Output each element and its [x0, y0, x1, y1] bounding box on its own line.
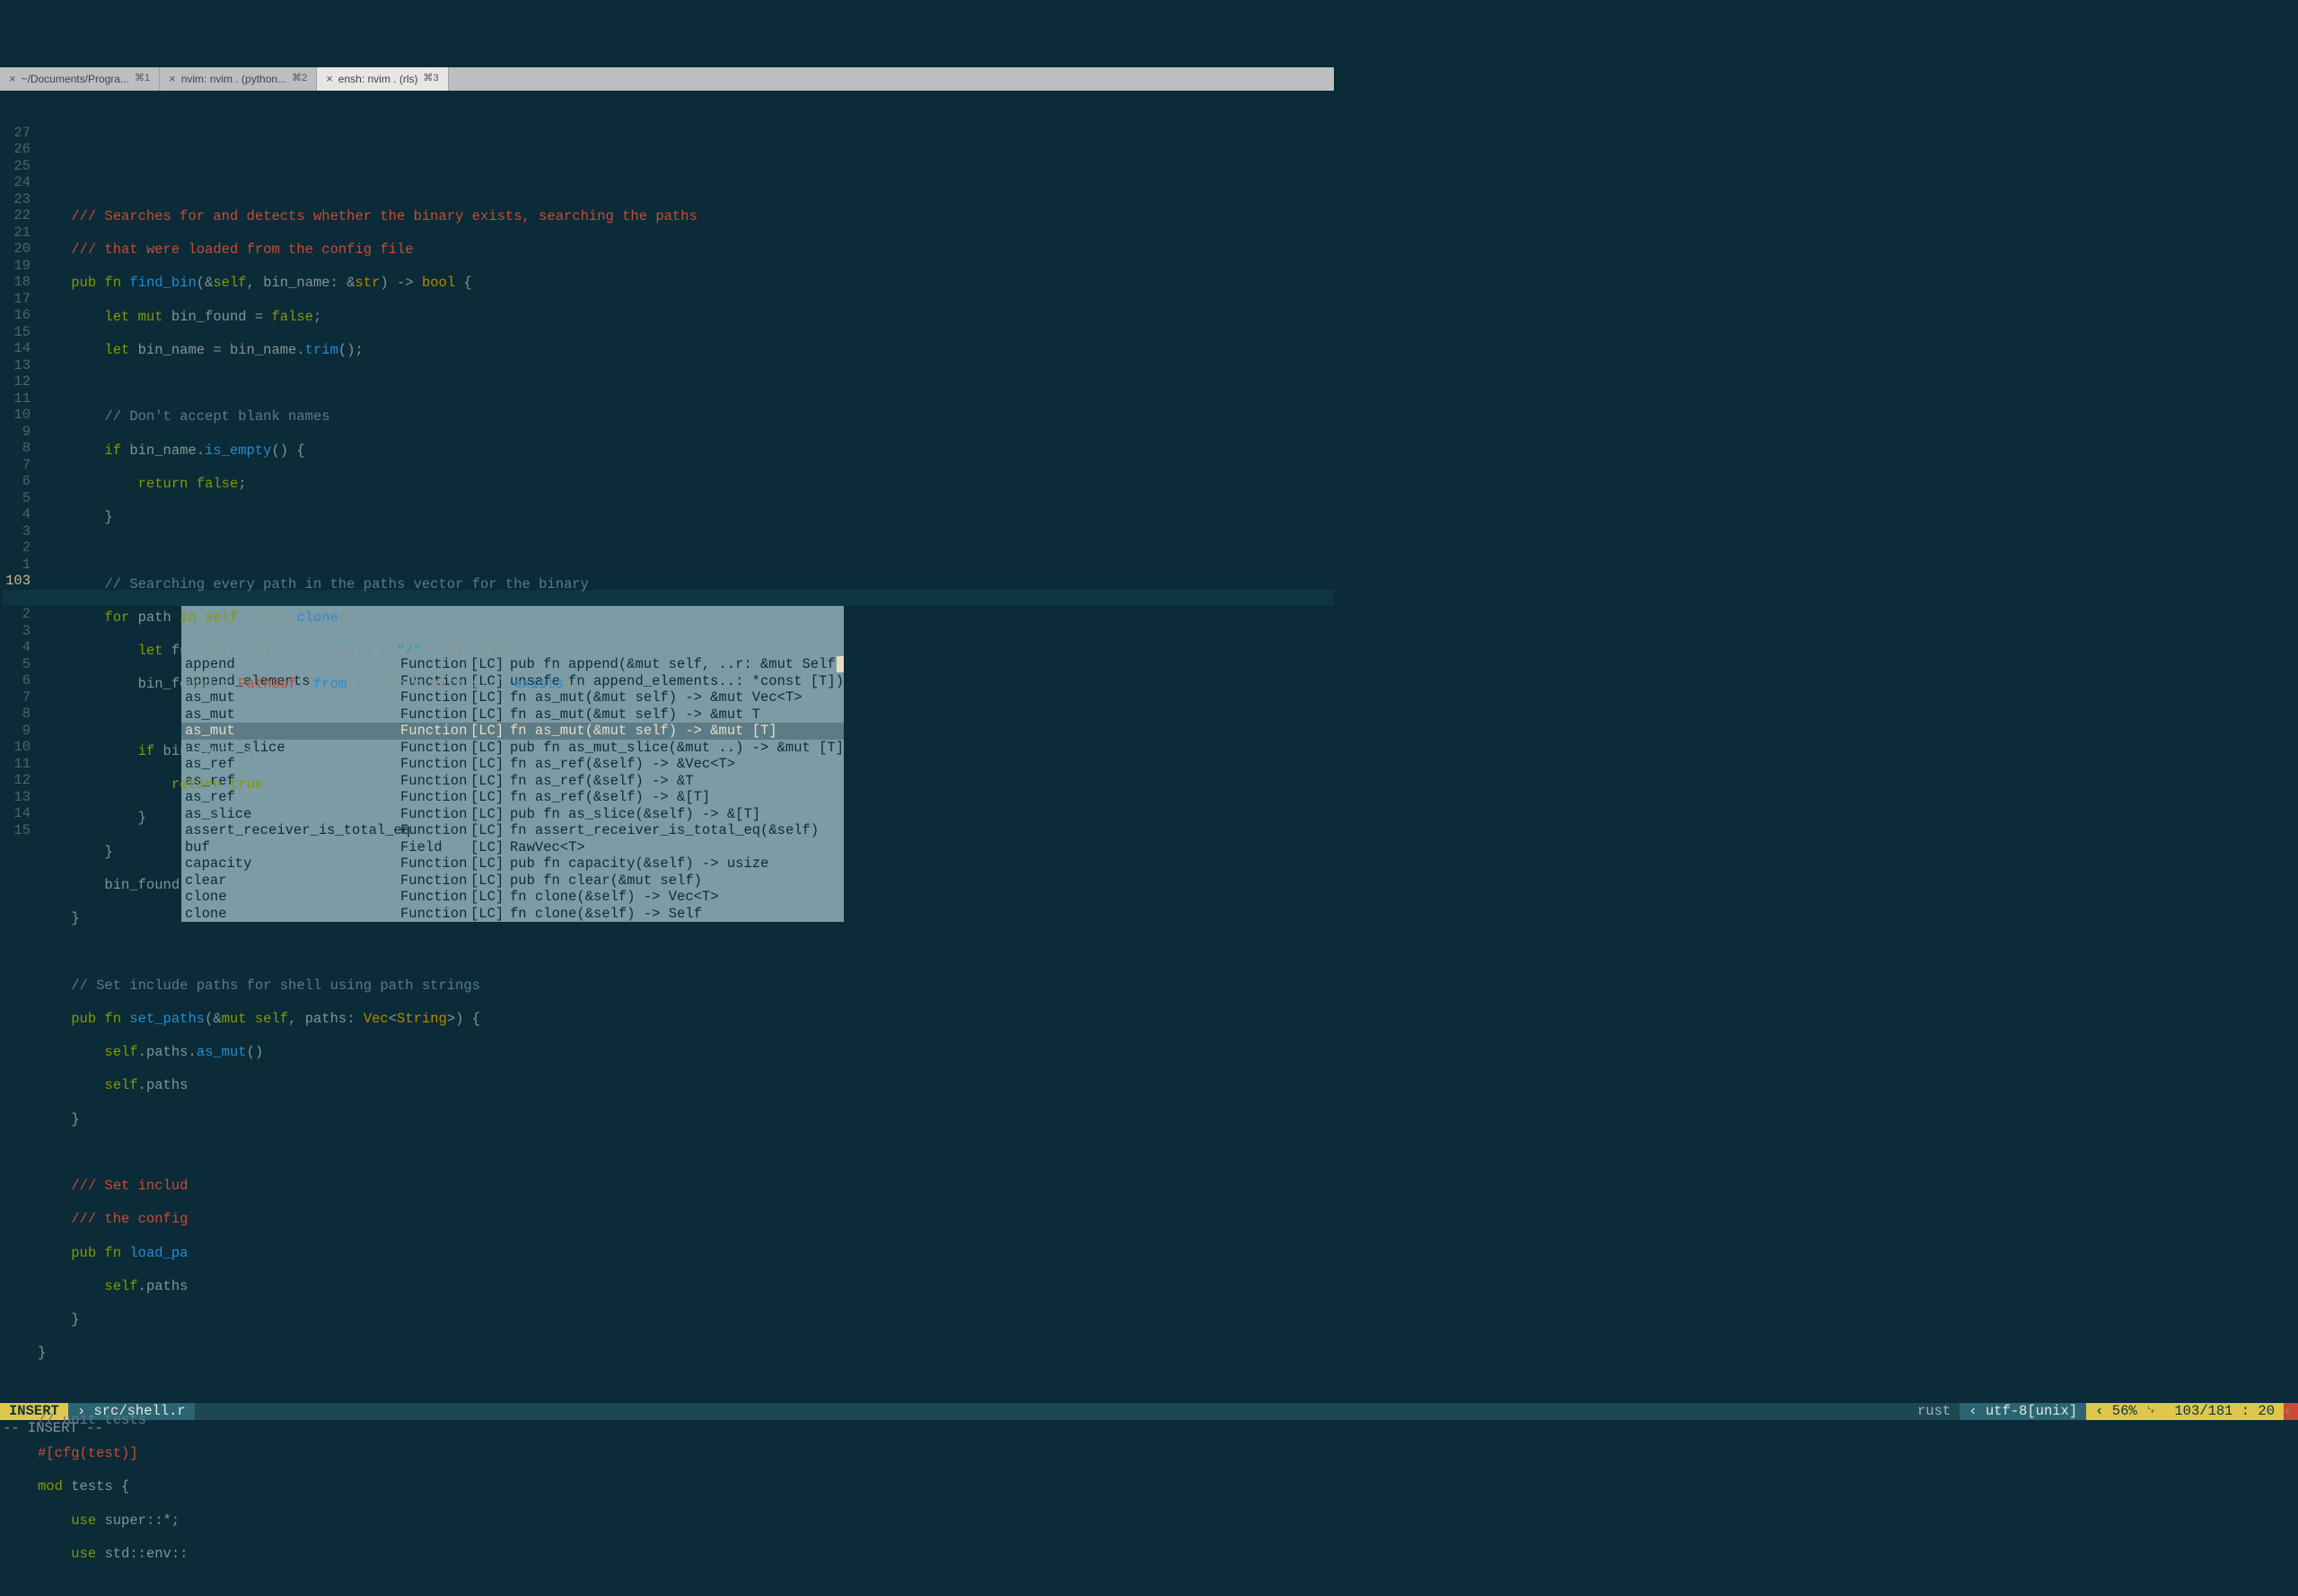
tab-1[interactable]: × ~/Documents/Progra... ⌘1: [0, 67, 160, 91]
line-number-gutter: 2726252423222120191817161514131211109876…: [0, 125, 38, 846]
tab-2[interactable]: × nvim: nvim . (python... ⌘2: [160, 67, 317, 91]
tab-3-active[interactable]: × ensh: nvim . (rls) ⌘3: [317, 67, 448, 91]
status-percent: ‹ 56% ␊: [2086, 1403, 2165, 1420]
tab-title: ~/Documents/Progra...: [22, 73, 129, 86]
code-area[interactable]: /// Searches for and detects whether the…: [38, 125, 1334, 846]
status-filetype: rust: [1908, 1403, 1960, 1420]
editor-area[interactable]: 2726252423222120191817161514131211109876…: [0, 125, 1334, 846]
tab-title: nvim: nvim . (python...: [181, 73, 286, 86]
status-position: 103/181 : 20: [2165, 1403, 2284, 1420]
tab-bar: × ~/Documents/Progra... ⌘1 × nvim: nvim …: [0, 67, 1334, 91]
close-icon[interactable]: ×: [9, 72, 16, 86]
tab-shortcut: ⌘1: [135, 73, 150, 84]
tab-title: ensh: nvim . (rls): [338, 73, 418, 86]
close-icon[interactable]: ×: [169, 72, 176, 86]
tab-shortcut: ⌘3: [423, 73, 438, 84]
status-encoding: ‹ utf-8[unix]: [1960, 1403, 2086, 1420]
status-end-marker: ‹: [2284, 1403, 2298, 1420]
tab-shortcut: ⌘2: [292, 73, 307, 84]
close-icon[interactable]: ×: [326, 72, 333, 86]
